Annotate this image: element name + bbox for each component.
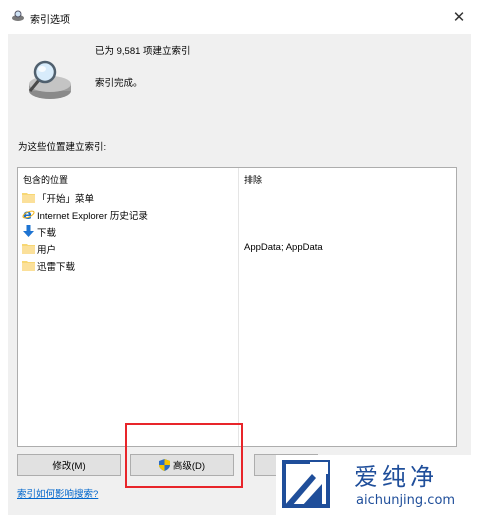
list-item[interactable]: 「开始」菜单: [18, 189, 456, 205]
window-title: 索引选项: [30, 15, 70, 26]
location-exclusions: AppData; AppData: [244, 242, 323, 253]
download-arrow-icon: [23, 225, 34, 237]
location-name: 迅雷下载: [37, 262, 76, 273]
locations-list[interactable]: 包含的位置 排除 「开始」菜单 e Internet Explorer 历史记录…: [17, 167, 457, 447]
column-header-excluded[interactable]: 排除: [244, 173, 262, 186]
list-item[interactable]: e Internet Explorer 历史记录: [18, 206, 456, 222]
index-status-text: 索引完成。: [95, 78, 143, 89]
column-header-included[interactable]: 包含的位置: [23, 173, 68, 186]
title-bar: 索引选项 ✕: [0, 0, 480, 34]
location-name: 用户: [37, 245, 57, 256]
indexing-options-icon: [12, 10, 24, 21]
list-item[interactable]: 迅雷下载: [18, 257, 456, 273]
help-link[interactable]: 索引如何影响搜索?: [17, 486, 98, 500]
indexed-count-text: 已为 9,581 项建立索引: [95, 46, 191, 57]
location-name: 「开始」菜单: [37, 194, 95, 205]
watermark: 爱纯净 aichunjing.com: [276, 455, 480, 515]
watermark-logo-icon: [282, 460, 330, 508]
folder-icon: [22, 244, 35, 254]
highlight-box: [125, 423, 243, 488]
close-icon: ✕: [452, 9, 466, 26]
location-name: Internet Explorer 历史记录: [37, 211, 148, 222]
index-drive-icon: [28, 60, 71, 99]
folder-icon: [22, 261, 35, 271]
list-item[interactable]: 用户 AppData; AppData: [18, 240, 456, 256]
internet-explorer-icon: e: [22, 208, 35, 220]
folder-icon: [22, 193, 35, 203]
modify-button[interactable]: 修改(M): [17, 454, 121, 476]
modify-button-label: 修改(M): [52, 461, 86, 472]
watermark-url: aichunjing.com: [356, 493, 456, 508]
close-button[interactable]: ✕: [446, 5, 472, 29]
list-item[interactable]: 下载: [18, 223, 456, 239]
locations-label: 为这些位置建立索引:: [18, 142, 107, 153]
watermark-title: 爱纯净: [354, 463, 438, 491]
location-name: 下载: [37, 228, 57, 239]
